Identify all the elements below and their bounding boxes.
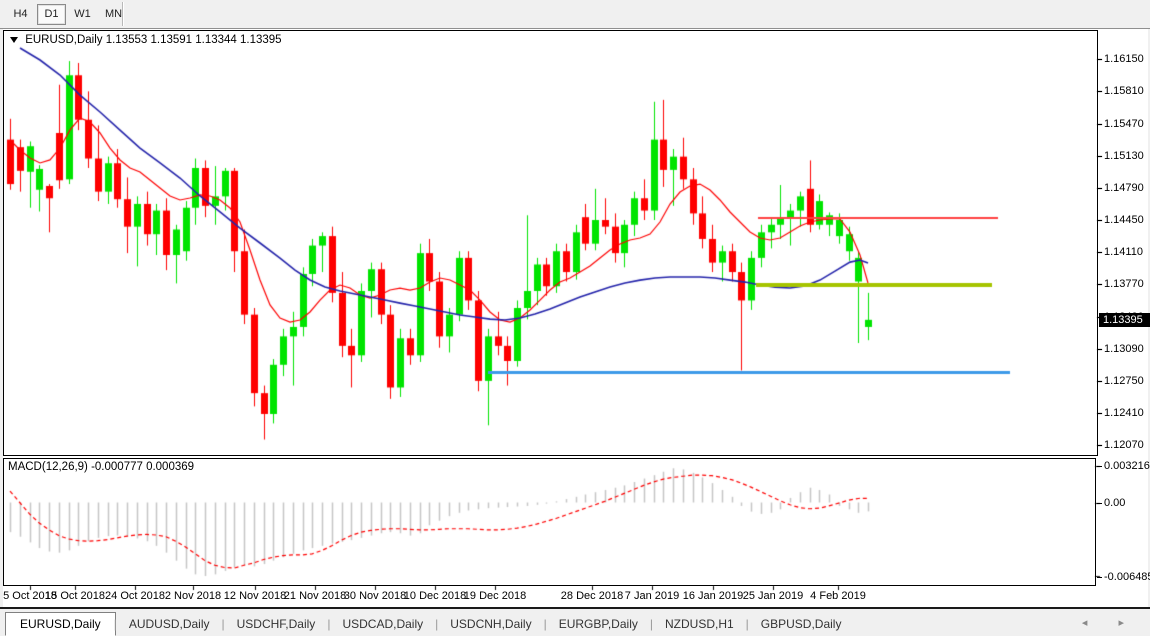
current-price-tag: 1.13395	[1099, 313, 1150, 327]
tab-nzdusd-h1[interactable]: NZDUSD,H1	[651, 613, 748, 635]
date-axis-label: 24 Oct 2018	[105, 590, 165, 602]
price-axis-label: 1.12410	[1104, 407, 1144, 419]
date-axis-label: 7 Jan 2019	[625, 590, 679, 602]
chart-tab-bar: EURUSD,Daily|AUDUSD,Daily|USDCHF,Daily|U…	[0, 607, 1150, 636]
date-axis-label: 19 Dec 2018	[464, 590, 526, 602]
price-axis-label: 1.13090	[1104, 343, 1144, 355]
price-axis-label: 1.15470	[1104, 118, 1144, 130]
tab-scroll-arrows[interactable]: ◂ ▸	[1082, 616, 1138, 629]
symbol-header: EURUSD,Daily 1.13553 1.13591 1.13344 1.1…	[10, 34, 282, 46]
date-axis-label: 10 Dec 2018	[404, 590, 466, 602]
macd-axis-label: 0.00	[1104, 497, 1125, 509]
price-axis-label: 1.14790	[1104, 182, 1144, 194]
tab-eurgbp-daily[interactable]: EURGBP,Daily	[545, 613, 652, 635]
date-axis-label: 21 Nov 2018	[284, 590, 346, 602]
price-axis-label: 1.15130	[1104, 150, 1144, 162]
mt4-chart-window: H4D1W1MN EURUSD,Daily 1.13553 1.13591 1.…	[0, 0, 1150, 636]
date-axis-label: 30 Nov 2018	[344, 590, 406, 602]
chevron-down-icon	[10, 37, 18, 43]
chart-tabs: EURUSD,Daily|AUDUSD,Daily|USDCHF,Daily|U…	[5, 610, 855, 636]
price-axis-label: 1.12070	[1104, 439, 1144, 451]
tab-usdcad-daily[interactable]: USDCAD,Daily	[328, 613, 437, 635]
date-axis-label: 25 Jan 2019	[743, 590, 804, 602]
date-axis-label: 2 Nov 2018	[165, 590, 221, 602]
price-axis-label: 1.15810	[1104, 85, 1144, 97]
tab-eurusd-daily[interactable]: EURUSD,Daily	[5, 612, 116, 636]
symbol-ohlc-text: EURUSD,Daily 1.13553 1.13591 1.13344 1.1…	[25, 34, 281, 46]
macd-axis-label: 0.003216	[1104, 460, 1150, 472]
price-axis-label: 1.14450	[1104, 214, 1144, 226]
tab-usdcnh-daily[interactable]: USDCNH,Daily	[436, 613, 545, 635]
tab-audusd-daily[interactable]: AUDUSD,Daily	[115, 613, 224, 635]
price-axis-label: 1.12750	[1104, 375, 1144, 387]
date-axis-label: 4 Feb 2019	[810, 590, 866, 602]
date-axis-label: 15 Oct 2018	[45, 590, 105, 602]
macd-axis-label: -0.006485	[1104, 571, 1150, 583]
date-axis-label: 12 Nov 2018	[224, 590, 286, 602]
tab-usdchf-daily[interactable]: USDCHF,Daily	[223, 613, 330, 635]
price-axis-label: 1.16150	[1104, 53, 1144, 65]
chart-canvas[interactable]	[0, 0, 1150, 607]
macd-indicator-label: MACD(12,26,9) -0.000777 0.000369	[8, 461, 194, 473]
price-axis-label: 1.13770	[1104, 278, 1144, 290]
date-axis-label: 28 Dec 2018	[561, 590, 623, 602]
date-axis-label: 16 Jan 2019	[683, 590, 744, 602]
price-axis-label: 1.14110	[1104, 246, 1143, 258]
tab-gbpusd-daily[interactable]: GBPUSD,Daily	[747, 613, 856, 635]
